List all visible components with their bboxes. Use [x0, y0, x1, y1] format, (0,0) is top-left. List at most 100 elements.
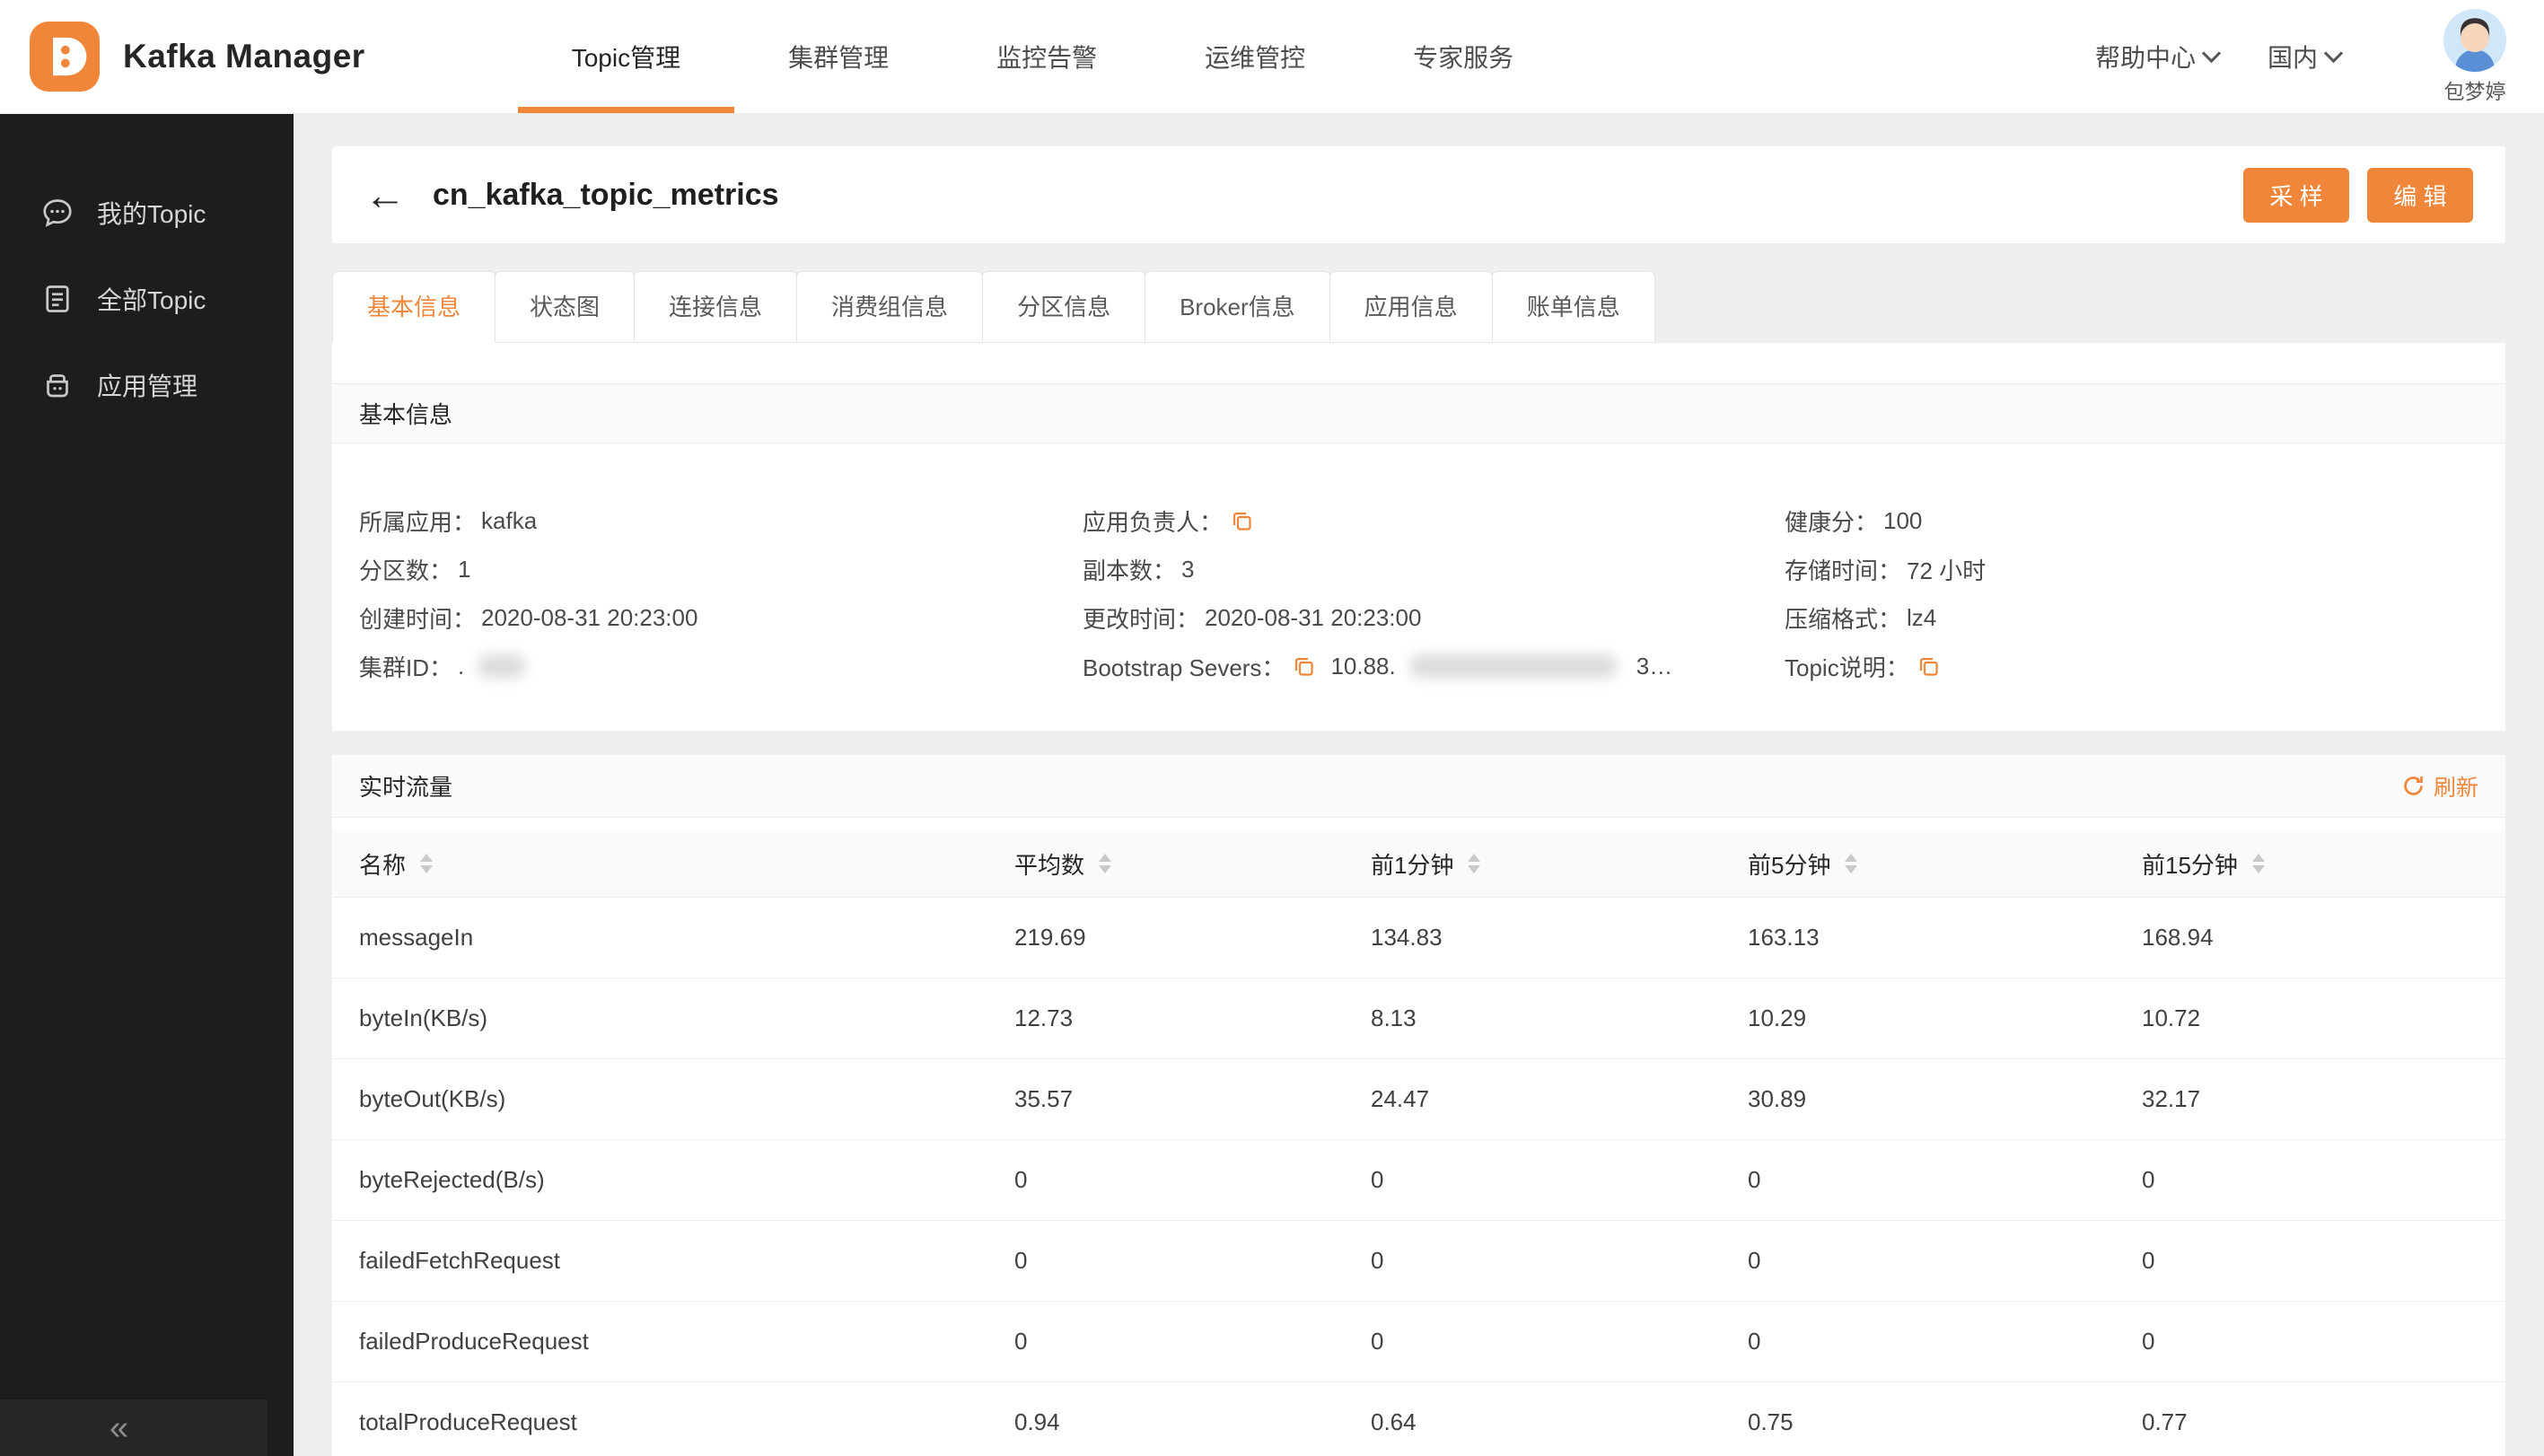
copy-icon[interactable]	[1917, 654, 1941, 679]
nav-item-1[interactable]: 集群管理	[734, 0, 943, 113]
refresh-label: 刷新	[2433, 775, 2478, 801]
metric-value: 32.17	[2142, 1085, 2201, 1112]
metric-value: 0	[1371, 1247, 1384, 1274]
metric-name: byteOut(KB/s)	[359, 1085, 506, 1112]
nav-item-0[interactable]: Topic管理	[517, 0, 735, 113]
user-menu[interactable]: 包梦婷	[2443, 8, 2506, 105]
realtime-section-title: 实时流量	[359, 774, 453, 801]
field-label: 创建时间：	[359, 605, 477, 633]
column-header-1[interactable]: 平均数	[1014, 847, 1371, 881]
metric-value: 12.73	[1014, 1004, 1074, 1031]
edit-button[interactable]: 编 辑	[2367, 167, 2473, 223]
tab-7[interactable]: 账单信息	[1491, 271, 1655, 343]
metric-value: 219.69	[1014, 924, 1086, 951]
tab-2[interactable]: 连接信息	[634, 271, 798, 343]
tab-4[interactable]: 分区信息	[982, 271, 1146, 343]
doc-icon	[41, 283, 74, 315]
sort-carets-icon[interactable]	[420, 854, 434, 873]
back-button[interactable]: ←	[364, 174, 406, 215]
info-field: 压缩格式： lz4	[1785, 593, 2505, 642]
metric-value: 8.13	[1371, 1004, 1417, 1031]
field-value: .	[458, 652, 465, 680]
tab-6[interactable]: 应用信息	[1329, 271, 1493, 343]
app-logo-icon[interactable]	[30, 22, 100, 92]
field-value: lz4	[1907, 603, 1937, 631]
nav-item-3[interactable]: 运维管控	[1151, 0, 1359, 113]
field-value: 10.88.	[1330, 652, 1396, 680]
sort-carets-icon[interactable]	[2251, 854, 2265, 873]
info-field: 集群ID：.	[359, 642, 1083, 690]
tab-5[interactable]: Broker信息	[1145, 271, 1330, 343]
table-row: totalProduceRequest 0.94 0.64 0.75 0.77	[332, 1382, 2505, 1456]
avatar[interactable]	[2443, 8, 2506, 72]
field-value: 3	[1181, 555, 1195, 583]
sort-carets-icon[interactable]	[1468, 854, 1481, 873]
metric-value: 0	[1014, 1328, 1028, 1355]
region-label: 国内	[2267, 44, 2318, 72]
nav-items: Topic管理 集群管理 监控告警 运维管控 专家服务	[517, 0, 1567, 113]
column-header-3[interactable]: 前5分钟	[1748, 847, 2142, 881]
copy-icon[interactable]	[1230, 509, 1254, 533]
field-label: 更改时间：	[1083, 605, 1200, 633]
info-field: 分区数： 1	[359, 545, 1083, 593]
field-label: 分区数：	[359, 557, 453, 584]
metric-value: 0	[2142, 1328, 2155, 1355]
nav-item-2[interactable]: 监控告警	[943, 0, 1151, 113]
page-title: cn_kafka_topic_metrics	[433, 177, 779, 212]
metric-value: 0	[1748, 1247, 1761, 1274]
redacted-value	[478, 654, 526, 678]
redacted-value	[1409, 654, 1617, 678]
sort-carets-icon[interactable]	[1099, 854, 1112, 873]
sidebar-items: 我的Topic 全部Topic 应用管理	[0, 114, 294, 428]
field-label: Topic说明：	[1785, 653, 1909, 681]
region-select[interactable]: 国内	[2267, 39, 2344, 75]
metric-value: 0	[1748, 1166, 1761, 1193]
tab-1[interactable]: 状态图	[495, 271, 636, 343]
sort-carets-icon[interactable]	[1845, 854, 1858, 873]
metric-value: 0.75	[1748, 1408, 1794, 1435]
info-field: 应用负责人：	[1083, 496, 1785, 545]
help-center-label: 帮助中心	[2094, 44, 2196, 72]
metrics-table: 名称 平均数 前1分钟 前5分钟 前15分钟 messageIn 219.69 134.83…	[332, 818, 2505, 1456]
sidebar-item-1[interactable]: 全部Topic	[0, 256, 294, 342]
table-row: failedFetchRequest 0 0 0 0	[332, 1221, 2505, 1302]
username: 包梦婷	[2443, 79, 2506, 103]
field-label: 健康分：	[1785, 508, 1879, 536]
metric-value: 0.77	[2142, 1408, 2188, 1435]
tab-3[interactable]: 消费组信息	[796, 271, 984, 343]
field-value: 72 小时	[1907, 557, 1987, 584]
table-row: byteOut(KB/s) 35.57 24.47 30.89 32.17	[332, 1059, 2505, 1140]
sidebar-collapse-button[interactable]: «	[0, 1399, 268, 1456]
copy-icon[interactable]	[1292, 654, 1316, 679]
metric-name: messageIn	[359, 924, 474, 951]
field-label: 集群ID：	[359, 653, 453, 681]
help-center-link[interactable]: 帮助中心	[2094, 39, 2222, 75]
table-row: messageIn 219.69 134.83 163.13 168.94	[332, 898, 2505, 978]
metric-name: totalProduceRequest	[359, 1408, 577, 1435]
nav-item-4[interactable]: 专家服务	[1359, 0, 1567, 113]
metric-value: 0.94	[1014, 1408, 1060, 1435]
sidebar-item-label: 全部Topic	[97, 286, 206, 314]
table-row: byteRejected(B/s) 0 0 0 0	[332, 1140, 2505, 1221]
table-row: byteIn(KB/s) 12.73 8.13 10.29 10.72	[332, 978, 2505, 1059]
sidebar-item-2[interactable]: 应用管理	[0, 342, 294, 428]
metric-value: 163.13	[1748, 924, 1820, 951]
chat-icon	[41, 197, 74, 229]
metric-value: 0	[1748, 1328, 1761, 1355]
column-header-2[interactable]: 前1分钟	[1371, 847, 1748, 881]
metric-name: failedProduceRequest	[359, 1328, 589, 1355]
sidebar-item-0[interactable]: 我的Topic	[0, 170, 294, 256]
sample-button[interactable]: 采 样	[2243, 167, 2349, 223]
basic-info-fields: 所属应用： kafka 应用负责人： 健康分： 100 分区数： 1 副本数： 3 存储时间： 72…	[332, 443, 2505, 731]
metric-value: 10.29	[1748, 1004, 1807, 1031]
info-field: 健康分： 100	[1785, 496, 2505, 545]
metric-value: 0	[1371, 1166, 1384, 1193]
tab-0[interactable]: 基本信息	[332, 271, 496, 343]
metric-value: 30.89	[1748, 1085, 1807, 1112]
metric-name: byteIn(KB/s)	[359, 1004, 488, 1031]
refresh-button[interactable]: 刷新	[2401, 770, 2478, 803]
field-value: 2020-08-31 20:23:00	[1205, 603, 1422, 631]
column-header-0[interactable]: 名称	[359, 847, 1014, 881]
column-label: 名称	[359, 851, 407, 879]
column-header-4[interactable]: 前15分钟	[2142, 847, 2505, 881]
